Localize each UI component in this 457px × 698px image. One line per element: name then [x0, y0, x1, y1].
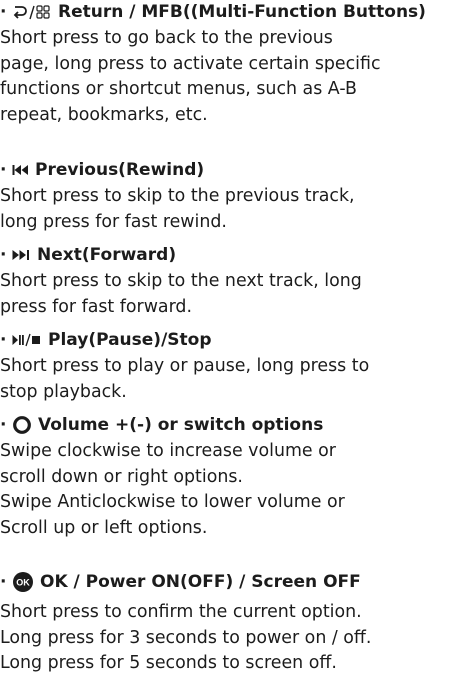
entry-title: Return / MFB((Multi-Function Buttons) — [58, 2, 426, 22]
bullet: · — [0, 330, 7, 350]
description-line: Short press to go back to the previous — [0, 28, 333, 48]
description-line: Short press to play or pause, long press… — [0, 356, 370, 376]
button-guide-page: · Return / MFB((Multi-Function Buttons) — [0, 0, 457, 698]
entry-title: Play(Pause)/Stop — [48, 330, 212, 350]
entry-heading: · Return / MFB((Multi-Function Buttons) — [0, 0, 455, 24]
description-line: functions or shortcut menus, such as A-B — [0, 79, 357, 99]
entry-title: Next(Forward) — [37, 245, 177, 265]
description-line: long press for fast rewind. — [0, 211, 227, 232]
play-pause-stop-icon — [12, 333, 42, 347]
entry-title: Volume +(-) or switch options — [38, 415, 324, 435]
entry-ok-power: · OK OK / Power ON(OFF) / Screen OFF Sho… — [0, 570, 455, 677]
previous-track-icon — [12, 164, 29, 176]
entry-heading: · Previous(Rewind) — [0, 158, 455, 182]
entry-heading: · Play(Pause)/Stop — [0, 328, 455, 352]
description-line: Short press to skip to the next track, l… — [0, 271, 362, 291]
volume-wheel-icon — [12, 415, 32, 435]
entry-return-mfb: · Return / MFB((Multi-Function Buttons) — [0, 0, 455, 128]
description-line: Long press for 3 seconds to power on / o… — [0, 627, 372, 648]
description-line: stop playback. — [0, 381, 127, 402]
bullet: · — [0, 572, 7, 592]
next-track-icon — [12, 249, 31, 261]
entry-description: Short press to skip to the next track, l… — [0, 269, 455, 320]
entry-description: Short press to confirm the current optio… — [0, 600, 455, 677]
description-line: page, long press to activate certain spe… — [0, 53, 381, 74]
ok-icon-text: OK — [16, 577, 30, 587]
description-line: Short press to skip to the previous trac… — [0, 186, 355, 206]
entry-heading: · Volume +(-) or switch options — [0, 413, 455, 437]
description-line: Short press to confirm the current optio… — [0, 602, 362, 622]
description-line: Scroll up or left options. — [0, 517, 208, 538]
return-mfb-icon — [12, 3, 52, 21]
entry-description: Short press to go back to the previous p… — [0, 26, 455, 128]
entry-volume: · Volume +(-) or switch options Swipe cl… — [0, 413, 455, 541]
entry-description: Swipe clockwise to increase volume or sc… — [0, 439, 455, 541]
entry-heading: · OK OK / Power ON(OFF) / Screen OFF — [0, 570, 455, 594]
description-line: Swipe clockwise to increase volume or — [0, 441, 336, 461]
bullet: · — [0, 415, 7, 435]
entry-description: Short press to play or pause, long press… — [0, 354, 455, 405]
bullet: · — [0, 160, 7, 180]
description-line: repeat, bookmarks, etc. — [0, 104, 208, 125]
entry-play-pause-stop: · Play(Pause)/Stop Short press to play o… — [0, 328, 455, 405]
bullet: · — [0, 245, 7, 265]
description-line: scroll down or right options. — [0, 466, 243, 487]
description-line: press for fast forward. — [0, 296, 192, 317]
entry-previous: · Previous(Rewind) Short press to skip t… — [0, 158, 455, 235]
description-line: Long press for 5 seconds to screen off. — [0, 653, 337, 673]
ok-button-icon: OK — [12, 571, 34, 593]
entry-heading: · Next(Forward) — [0, 243, 455, 267]
entry-title: Previous(Rewind) — [35, 160, 205, 180]
entry-next: · Next(Forward) Short press to skip to t… — [0, 243, 455, 320]
description-line: Swipe Anticlockwise to lower volume or — [0, 492, 345, 512]
bullet: · — [0, 2, 7, 22]
entry-title: OK / Power ON(OFF) / Screen OFF — [40, 572, 361, 592]
entry-description: Short press to skip to the previous trac… — [0, 184, 455, 235]
